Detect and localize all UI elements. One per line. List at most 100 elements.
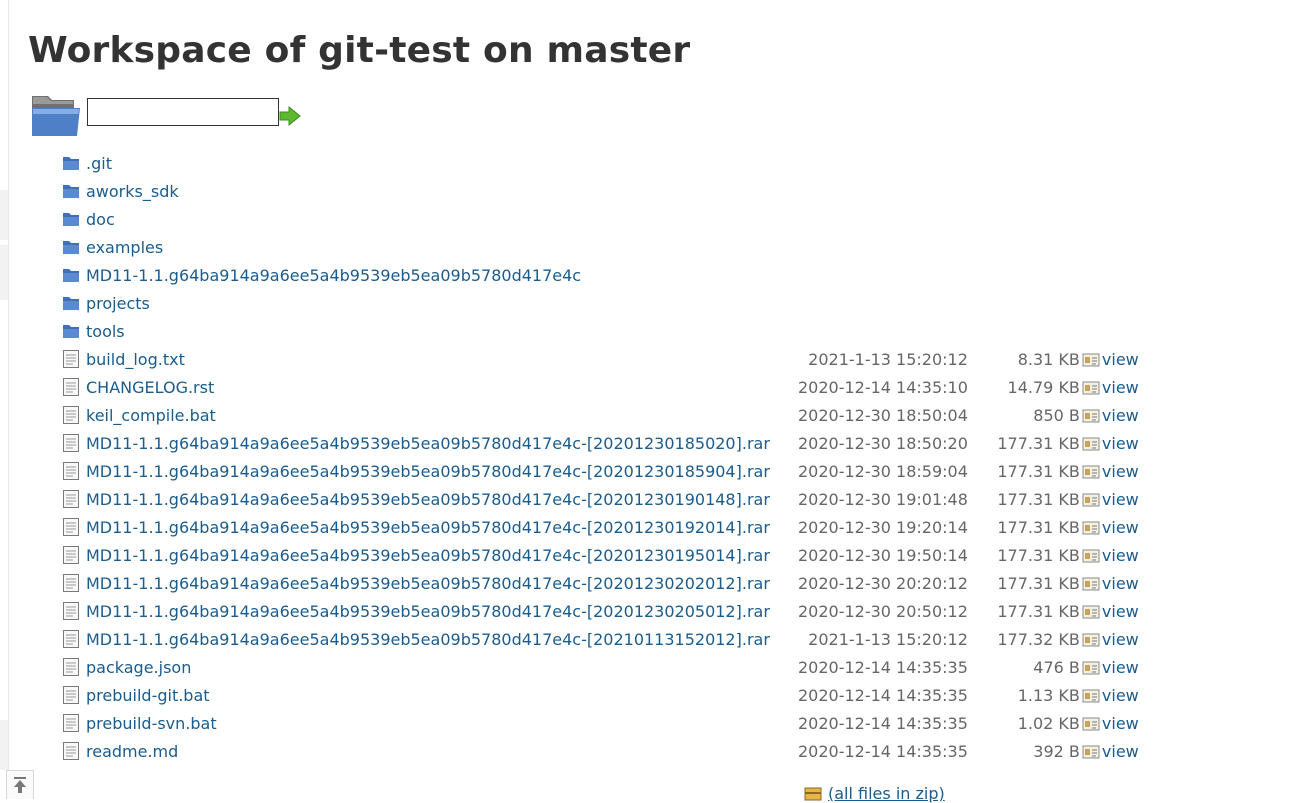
table-row: CHANGELOG.rst 2020-12-14 14:35:10 14.79 KB… bbox=[62, 373, 1142, 401]
file-icon bbox=[62, 685, 86, 705]
path-input[interactable] bbox=[87, 98, 279, 126]
go-arrow-icon[interactable] bbox=[279, 106, 301, 126]
file-link[interactable]: prebuild-svn.bat bbox=[86, 714, 217, 733]
fingerprint-icon[interactable] bbox=[1082, 434, 1100, 453]
table-row: MD11-1.1.g64ba914a9a6ee5a4b9539eb5ea09b5… bbox=[62, 625, 1142, 653]
all-files-zip-link[interactable]: (all files in zip) bbox=[828, 784, 945, 803]
file-size: 177.31 KB bbox=[997, 573, 1080, 593]
fingerprint-icon[interactable] bbox=[1082, 602, 1100, 621]
file-link[interactable]: CHANGELOG.rst bbox=[86, 378, 214, 397]
file-date: 2020-12-14 14:35:35 bbox=[797, 657, 968, 677]
table-row: MD11-1.1.g64ba914a9a6ee5a4b9539eb5ea09b5… bbox=[62, 541, 1142, 569]
file-size: 476 B bbox=[1033, 657, 1080, 677]
file-icon bbox=[62, 489, 86, 509]
view-link[interactable]: view bbox=[1102, 462, 1139, 481]
view-link[interactable]: view bbox=[1102, 742, 1139, 761]
file-icon bbox=[62, 713, 86, 733]
folder-icon bbox=[62, 155, 86, 171]
file-link[interactable]: MD11-1.1.g64ba914a9a6ee5a4b9539eb5ea09b5… bbox=[86, 630, 770, 649]
file-date: 2020-12-30 19:01:48 bbox=[797, 489, 968, 509]
table-row: prebuild-svn.bat 2020-12-14 14:35:35 1.02 … bbox=[62, 709, 1142, 737]
folder-link[interactable]: examples bbox=[86, 238, 163, 257]
view-link[interactable]: view bbox=[1102, 350, 1139, 369]
zip-icon bbox=[804, 787, 822, 800]
view-link[interactable]: view bbox=[1102, 658, 1139, 677]
file-icon bbox=[62, 377, 86, 397]
view-link[interactable]: view bbox=[1102, 602, 1139, 621]
file-link[interactable]: MD11-1.1.g64ba914a9a6ee5a4b9539eb5ea09b5… bbox=[86, 434, 770, 453]
file-date: 2021-1-13 15:20:12 bbox=[808, 349, 968, 369]
file-size: 177.31 KB bbox=[997, 489, 1080, 509]
fingerprint-icon[interactable] bbox=[1082, 490, 1100, 509]
file-icon bbox=[62, 741, 86, 761]
fingerprint-icon[interactable] bbox=[1082, 630, 1100, 649]
folder-link[interactable]: MD11-1.1.g64ba914a9a6ee5a4b9539eb5ea09b5… bbox=[86, 266, 581, 285]
view-link[interactable]: view bbox=[1102, 546, 1139, 565]
path-bar bbox=[30, 92, 301, 138]
view-link[interactable]: view bbox=[1102, 518, 1139, 537]
file-date: 2021-1-13 15:20:12 bbox=[808, 629, 968, 649]
file-icon bbox=[62, 517, 86, 537]
folder-link[interactable]: aworks_sdk bbox=[86, 182, 179, 201]
table-row: package.json 2020-12-14 14:35:35 476 B view bbox=[62, 653, 1142, 681]
table-row: MD11-1.1.g64ba914a9a6ee5a4b9539eb5ea09b5… bbox=[62, 457, 1142, 485]
fingerprint-icon[interactable] bbox=[1082, 546, 1100, 565]
scroll-to-top-button[interactable] bbox=[6, 770, 34, 799]
file-date: 2020-12-30 19:50:14 bbox=[797, 545, 968, 565]
view-link[interactable]: view bbox=[1102, 686, 1139, 705]
file-link[interactable]: MD11-1.1.g64ba914a9a6ee5a4b9539eb5ea09b5… bbox=[86, 518, 770, 537]
file-icon bbox=[62, 657, 86, 677]
fingerprint-icon[interactable] bbox=[1082, 378, 1100, 397]
view-link[interactable]: view bbox=[1102, 630, 1139, 649]
file-icon bbox=[62, 461, 86, 481]
view-link[interactable]: view bbox=[1102, 714, 1139, 733]
folder-link[interactable]: .git bbox=[86, 154, 112, 173]
file-size: 392 B bbox=[1033, 741, 1080, 761]
folder-link[interactable]: projects bbox=[86, 294, 150, 313]
table-row: MD11-1.1.g64ba914a9a6ee5a4b9539eb5ea09b5… bbox=[62, 513, 1142, 541]
file-link[interactable]: build_log.txt bbox=[86, 350, 185, 369]
side-panel-block bbox=[0, 245, 8, 300]
file-link[interactable]: MD11-1.1.g64ba914a9a6ee5a4b9539eb5ea09b5… bbox=[86, 574, 770, 593]
table-row: MD11-1.1.g64ba914a9a6ee5a4b9539eb5ea09b5… bbox=[62, 429, 1142, 457]
file-link[interactable]: package.json bbox=[86, 658, 191, 677]
view-link[interactable]: view bbox=[1102, 406, 1139, 425]
file-link[interactable]: MD11-1.1.g64ba914a9a6ee5a4b9539eb5ea09b5… bbox=[86, 602, 770, 621]
file-icon bbox=[62, 601, 86, 621]
file-size: 1.13 KB bbox=[1017, 685, 1080, 705]
folder-icon bbox=[62, 267, 86, 283]
fingerprint-icon[interactable] bbox=[1082, 742, 1100, 761]
view-link[interactable]: view bbox=[1102, 378, 1139, 397]
table-row: aworks_sdk bbox=[62, 177, 1142, 205]
fingerprint-icon[interactable] bbox=[1082, 686, 1100, 705]
folder-link[interactable]: doc bbox=[86, 210, 115, 229]
fingerprint-icon[interactable] bbox=[1082, 574, 1100, 593]
file-listing: .git aworks_sdkdoc examples MD11-1.1.g64ba9… bbox=[62, 149, 1142, 765]
file-size: 177.32 KB bbox=[997, 629, 1080, 649]
view-link[interactable]: view bbox=[1102, 490, 1139, 509]
view-link[interactable]: view bbox=[1102, 574, 1139, 593]
file-link[interactable]: MD11-1.1.g64ba914a9a6ee5a4b9539eb5ea09b5… bbox=[86, 462, 770, 481]
view-link[interactable]: view bbox=[1102, 434, 1139, 453]
file-date: 2020-12-14 14:35:35 bbox=[797, 713, 968, 733]
table-row: projects bbox=[62, 289, 1142, 317]
file-size: 177.31 KB bbox=[997, 433, 1080, 453]
side-panel-edge bbox=[0, 0, 9, 798]
fingerprint-icon[interactable] bbox=[1082, 714, 1100, 733]
table-row: tools bbox=[62, 317, 1142, 345]
file-link[interactable]: keil_compile.bat bbox=[86, 406, 216, 425]
table-row: .git bbox=[62, 149, 1142, 177]
file-link[interactable]: MD11-1.1.g64ba914a9a6ee5a4b9539eb5ea09b5… bbox=[86, 546, 770, 565]
fingerprint-icon[interactable] bbox=[1082, 462, 1100, 481]
file-link[interactable]: prebuild-git.bat bbox=[86, 686, 210, 705]
fingerprint-icon[interactable] bbox=[1082, 518, 1100, 537]
file-link[interactable]: MD11-1.1.g64ba914a9a6ee5a4b9539eb5ea09b5… bbox=[86, 490, 770, 509]
fingerprint-icon[interactable] bbox=[1082, 350, 1100, 369]
fingerprint-icon[interactable] bbox=[1082, 406, 1100, 425]
file-link[interactable]: readme.md bbox=[86, 742, 178, 761]
folder-link[interactable]: tools bbox=[86, 322, 125, 341]
table-row: keil_compile.bat 2020-12-30 18:50:04 850 B… bbox=[62, 401, 1142, 429]
file-icon bbox=[62, 433, 86, 453]
fingerprint-icon[interactable] bbox=[1082, 658, 1100, 677]
table-row: readme.md 2020-12-14 14:35:35 392 B view bbox=[62, 737, 1142, 765]
